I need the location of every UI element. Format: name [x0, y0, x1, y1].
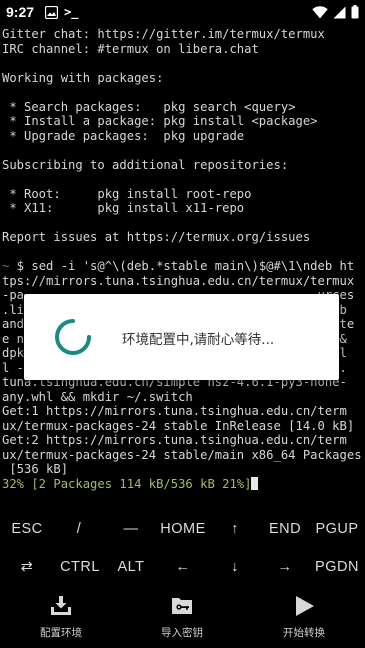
key-esc[interactable]: ESC: [2, 512, 52, 546]
terminal-cursor: [251, 476, 259, 490]
terminal-line: * X11: pkg install x11-repo: [2, 201, 245, 215]
status-system-icons: [312, 5, 359, 19]
status-bar: 9:27 >_: [0, 0, 365, 26]
terminal-line: ~ $ sed -i 's@^\(deb.*stable main\)$@#\1…: [2, 259, 355, 273]
terminal-line: Gitter chat: https://gitter.im/termux/te…: [2, 27, 325, 41]
terminal-line: 32% [2 Packages 114 kB/536 kB 21%]: [2, 476, 363, 492]
key-end[interactable]: END: [260, 512, 310, 546]
battery-icon: [351, 5, 359, 19]
gallery-icon: [45, 5, 58, 19]
terminal-output[interactable]: Gitter chat: https://gitter.im/termux/te…: [2, 27, 363, 505]
extra-keys-bar: ESC / — HOME ↑ END PGUP ⇄ CTRL ALT ← ↓ →…: [0, 512, 365, 588]
terminal-line: * Search packages: pkg search <query>: [2, 99, 296, 114]
loading-dialog: 环境配置中,请耐心等待...: [24, 294, 339, 380]
terminal-line: ux/termux-packages-24 stable/main x86_64…: [2, 447, 362, 462]
status-time: 9:27: [6, 4, 35, 20]
key-pgdn[interactable]: PGDN: [310, 550, 364, 584]
terminal-line: Report issues at https://termux.org/issu…: [2, 230, 311, 244]
key-tab[interactable]: ⇄: [2, 550, 52, 584]
key-down[interactable]: ↓: [210, 550, 260, 584]
loading-message: 环境配置中,请耐心等待...: [122, 332, 275, 348]
terminal-line: [536 kB]: [2, 462, 69, 476]
terminal-line: Working with packages:: [2, 70, 164, 85]
nav-start-convert[interactable]: 开始转换: [254, 594, 354, 640]
nav-configure-env-label: 配置环境: [40, 627, 82, 639]
terminal-notification-icon: >_: [64, 5, 79, 19]
key-left[interactable]: ←: [156, 550, 210, 584]
key-alt[interactable]: ALT: [106, 550, 156, 584]
nav-import-key[interactable]: 导入密钥: [132, 594, 232, 640]
terminal-line: tps://mirrors.tuna.tsinghua.edu.cn/termu…: [2, 273, 355, 288]
key-home[interactable]: HOME: [156, 512, 210, 546]
nav-configure-env[interactable]: 配置环境: [11, 594, 111, 640]
key-dash[interactable]: —: [106, 512, 156, 546]
terminal-line: Get:2 https://mirrors.tuna.tsinghua.edu.…: [2, 433, 347, 447]
signal-icon: [333, 6, 346, 18]
status-notification-icons: >_: [45, 5, 78, 19]
terminal-line: Get:1 https://mirrors.tuna.tsinghua.edu.…: [2, 404, 347, 418]
terminal-line: any.whl && mkdir ~/.switch: [2, 389, 193, 404]
loading-spinner-icon: [55, 319, 91, 355]
terminal-line: IRC channel: #termux on libera.chat: [2, 41, 259, 56]
terminal-line: * Root: pkg install root-repo: [2, 186, 252, 201]
nav-start-convert-label: 开始转换: [283, 627, 325, 639]
terminal-line: * Install a package: pkg install <packag…: [2, 114, 318, 128]
terminal-line: * Upgrade packages: pkg upgrade: [2, 128, 245, 143]
download-tray-icon: [51, 596, 71, 615]
key-ctrl[interactable]: CTRL: [54, 550, 106, 584]
key-right[interactable]: →: [260, 550, 310, 584]
key-slash[interactable]: /: [54, 512, 104, 546]
nav-import-key-label: 导入密钥: [161, 627, 203, 639]
terminal-line: ux/termux-packages-24 stable InRelease […: [2, 418, 355, 433]
wifi-icon: [312, 5, 328, 18]
key-up[interactable]: ↑: [210, 512, 260, 546]
bottom-nav: 配置环境 导入密钥 开始转换: [0, 588, 365, 648]
play-icon: [296, 596, 314, 616]
key-pgup[interactable]: PGUP: [310, 512, 364, 546]
terminal-line: Subscribing to additional repositories:: [2, 157, 289, 172]
key-folder-icon: [172, 598, 192, 614]
